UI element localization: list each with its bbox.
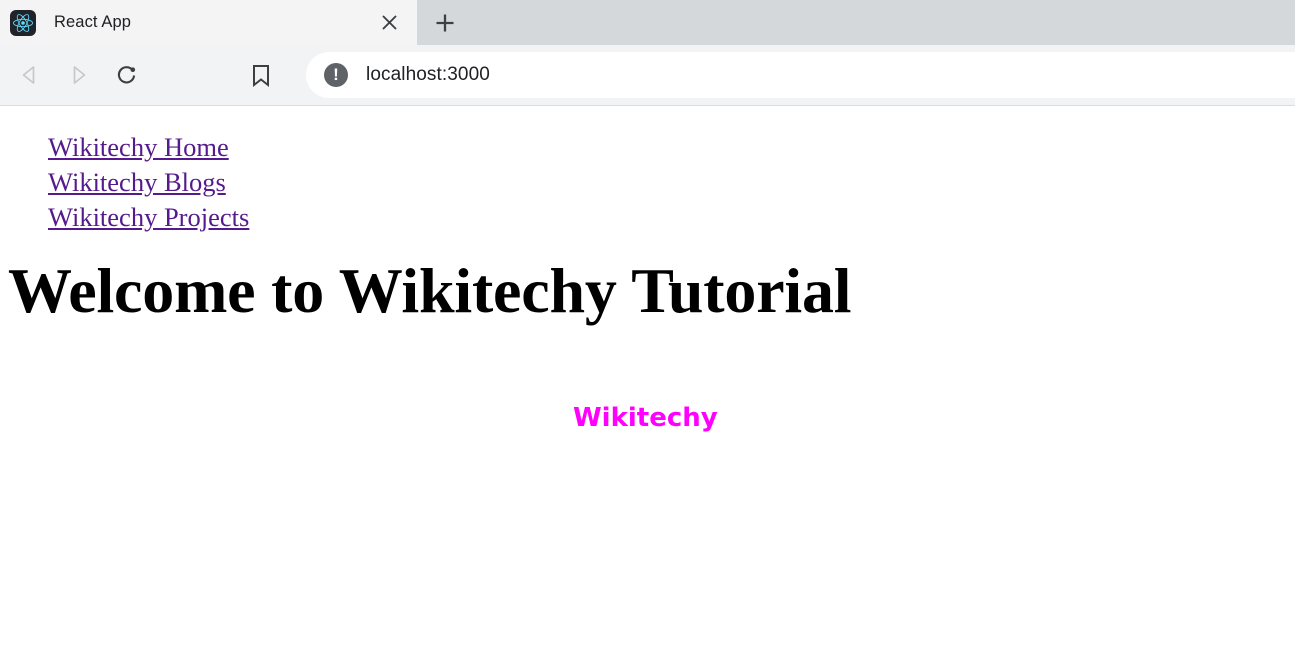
wikitechy-watermark: Wikitechy [573,403,718,433]
url-text[interactable]: localhost:3000 [366,64,490,86]
list-item: Wikitechy Blogs [48,165,1287,200]
wikitechy-link-list: Wikitechy Home Wikitechy Blogs Wikitechy… [8,130,1287,235]
browser-window: React App ! localhost:3000 Wikitechy Hom… [0,0,1295,666]
tab-title: React App [54,13,132,31]
bookmark-icon [253,64,269,87]
bookmark-button[interactable] [237,51,285,99]
page-viewport: Wikitechy Home Wikitechy Blogs Wikitechy… [0,106,1295,666]
tab-strip: React App [0,0,1295,45]
browser-toolbar: ! localhost:3000 [0,45,1295,106]
forward-button[interactable] [54,51,102,99]
back-arrow-icon [22,66,35,84]
tab-react-app[interactable]: React App [0,0,417,45]
not-secure-glyph: ! [333,65,339,84]
page-content: Wikitechy Home Wikitechy Blogs Wikitechy… [0,106,1295,355]
page-title: Welcome to Wikitechy Tutorial [8,254,852,326]
link-wikitechy-home[interactable]: Wikitechy Home [48,132,229,162]
plus-icon [436,14,454,31]
new-tab-button[interactable] [417,0,473,45]
close-icon[interactable] [372,6,406,40]
forward-arrow-icon [73,66,86,84]
list-item: Wikitechy Projects [48,200,1287,235]
reload-icon [117,65,135,83]
list-item: Wikitechy Home [48,130,1287,165]
react-logo-icon [10,9,36,36]
back-button[interactable] [6,51,54,99]
react-atom-icon [13,13,33,32]
link-wikitechy-projects[interactable]: Wikitechy Projects [48,202,249,232]
address-bar[interactable]: ! localhost:3000 [306,52,1295,98]
reload-button[interactable] [102,51,150,99]
close-x-icon [382,15,396,30]
link-wikitechy-blogs[interactable]: Wikitechy Blogs [48,167,226,197]
not-secure-info-icon[interactable]: ! [324,63,348,87]
